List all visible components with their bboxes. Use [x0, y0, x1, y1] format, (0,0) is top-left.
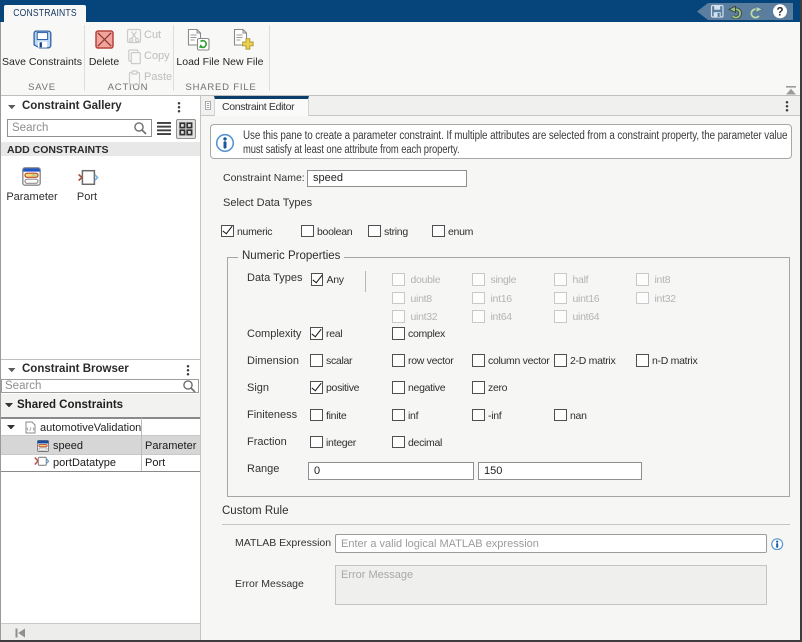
svg-text:?: ? — [776, 7, 783, 19]
